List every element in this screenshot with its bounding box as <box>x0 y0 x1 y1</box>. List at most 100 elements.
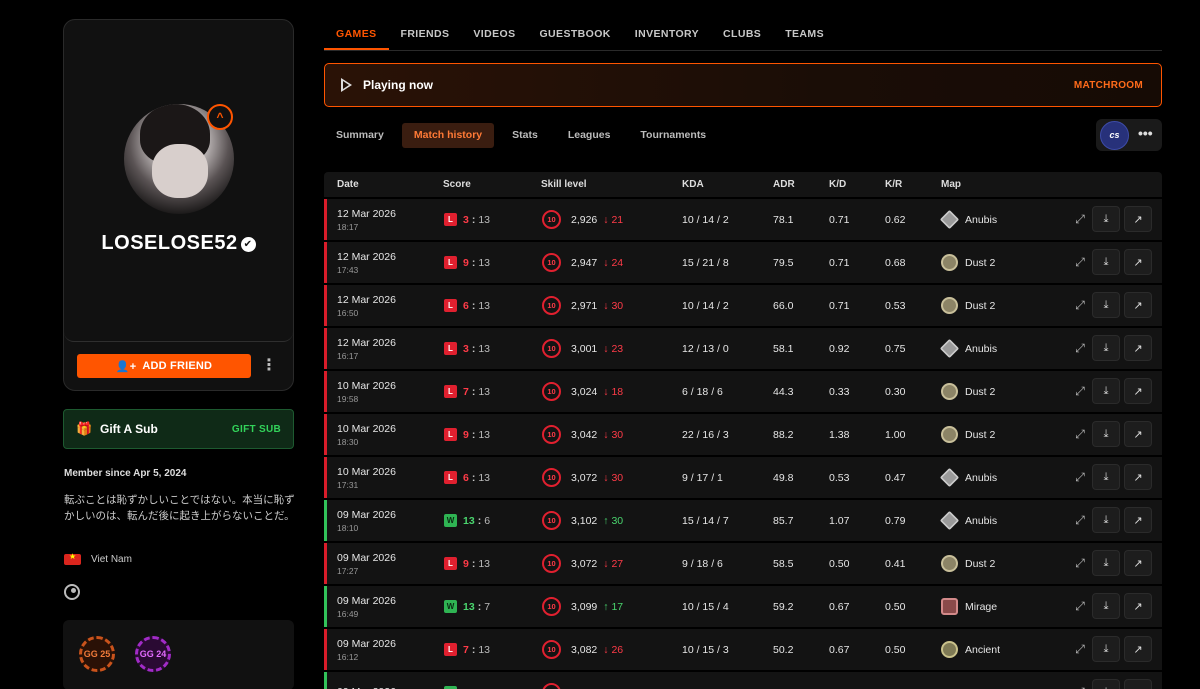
tab-clubs[interactable]: CLUBS <box>711 22 773 50</box>
date-text: 09 Mar 2026 <box>337 551 396 564</box>
tab-stats[interactable]: Stats <box>500 123 550 148</box>
expand-icon[interactable]: ⤢ <box>1073 543 1087 584</box>
table-row[interactable]: 09 Mar 2026 17:27 L 9:13 10 3,072 ↓ 27 9 / 18 /… <box>324 543 1162 584</box>
download-icon[interactable]: ⤓ <box>1092 378 1120 404</box>
external-link-icon[interactable]: ↗ <box>1124 464 1152 490</box>
elo-change: ↓ 23 <box>603 342 624 355</box>
download-icon[interactable]: ⤓ <box>1092 292 1120 318</box>
table-body: 12 Mar 2026 18:17 L 3:13 10 2,926 ↓ 21 10 / 14 … <box>324 199 1162 689</box>
expand-icon[interactable]: ⤢ <box>1073 672 1087 689</box>
table-row[interactable]: 09 Mar 2026 16:12 L 7:13 10 3,082 ↓ 26 10 / 15 … <box>324 629 1162 670</box>
playing-now-banner[interactable]: Playing now MATCHROOM <box>324 63 1162 107</box>
table-row[interactable]: 09 Mar 2026 18:10 W 13:6 10 3,102 ↑ 30 15 / 14 … <box>324 500 1162 541</box>
expand-icon[interactable]: ⤢ <box>1073 629 1087 670</box>
gift-sub-card[interactable]: 🎁 Gift A Sub GIFT SUB <box>63 409 294 449</box>
score-cell: L 9:13 <box>444 242 490 283</box>
download-icon[interactable]: ⤓ <box>1092 507 1120 533</box>
table-row[interactable]: 10 Mar 2026 17:31 L 6:13 10 3,072 ↓ 30 9 / 17 /… <box>324 457 1162 498</box>
expand-icon[interactable]: ⤢ <box>1073 586 1087 627</box>
result-badge: L <box>444 342 457 355</box>
score-cell: L 3:13 <box>444 199 490 240</box>
table-row[interactable]: 09 Mar 2026 16:49 W 13:7 10 3,099 ↑ 17 10 / 15 … <box>324 586 1162 627</box>
table-row[interactable]: 12 Mar 2026 17:43 L 9:13 10 2,947 ↓ 24 15 / 21 … <box>324 242 1162 283</box>
more-options-icon[interactable]: ⋮ <box>261 357 277 375</box>
expand-icon[interactable]: ⤢ <box>1073 457 1087 498</box>
header-kd: K/D <box>829 179 847 190</box>
download-icon[interactable]: ⤓ <box>1092 249 1120 275</box>
tab-match-history[interactable]: Match history <box>401 123 495 148</box>
match-date: 09 Mar 2026 18:10 <box>337 500 396 541</box>
add-friend-button[interactable]: 👤+ ADD FRIEND <box>77 354 251 378</box>
download-icon[interactable]: ⤓ <box>1092 593 1120 619</box>
table-row[interactable]: 12 Mar 2026 16:17 L 3:13 10 3,001 ↓ 23 12 / 13 … <box>324 328 1162 369</box>
tab-teams[interactable]: TEAMS <box>773 22 836 50</box>
table-row[interactable]: 10 Mar 2026 18:30 L 9:13 10 3,042 ↓ 30 22 / 16 … <box>324 414 1162 455</box>
expand-icon[interactable]: ⤢ <box>1073 371 1087 412</box>
external-link-icon[interactable]: ↗ <box>1124 421 1152 447</box>
tab-inventory[interactable]: INVENTORY <box>623 22 711 50</box>
map-cell: Anubis <box>939 457 997 498</box>
cs2-logo-icon[interactable]: cs <box>1100 121 1129 150</box>
external-link-icon[interactable]: ↗ <box>1124 206 1152 232</box>
tab-videos[interactable]: VIDEOS <box>461 22 527 50</box>
more-options-icon[interactable]: ••• <box>1138 125 1153 141</box>
download-icon[interactable]: ⤓ <box>1092 636 1120 662</box>
expand-icon[interactable]: ⤢ <box>1073 328 1087 369</box>
download-icon[interactable]: ⤓ <box>1092 206 1120 232</box>
external-link-icon[interactable]: ↗ <box>1124 593 1152 619</box>
download-icon[interactable]: ⤓ <box>1092 335 1120 361</box>
table-row[interactable]: 09 Mar 2026 W: ⤢ ⤓ ↗ <box>324 672 1162 689</box>
skill-cell: 10 3,001 ↓ 23 <box>542 328 623 369</box>
download-icon[interactable]: ⤓ <box>1092 421 1120 447</box>
expand-icon[interactable]: ⤢ <box>1073 500 1087 541</box>
external-link-icon[interactable]: ↗ <box>1124 249 1152 275</box>
download-icon[interactable]: ⤓ <box>1092 464 1120 490</box>
bio: 転ぶことは恥ずかしいことではない。本当に恥ずかしいのは、転んだ後に起き上がらない… <box>64 494 295 522</box>
table-row[interactable]: 12 Mar 2026 16:50 L 6:13 10 2,971 ↓ 30 10 / 14 … <box>324 285 1162 326</box>
external-link-icon[interactable]: ↗ <box>1124 550 1152 576</box>
matchroom-link[interactable]: MATCHROOM <box>1074 80 1143 91</box>
tab-summary[interactable]: Summary <box>324 123 396 148</box>
kd-value: 0.92 <box>829 342 850 355</box>
expand-icon[interactable]: ⤢ <box>1073 285 1087 326</box>
elo-change: ↓ 30 <box>603 299 624 312</box>
kr-value: 0.50 <box>885 643 906 656</box>
external-link-icon[interactable]: ↗ <box>1124 636 1152 662</box>
external-link-icon[interactable]: ↗ <box>1124 378 1152 404</box>
external-link-icon[interactable]: ↗ <box>1124 292 1152 318</box>
table-row[interactable]: 12 Mar 2026 18:17 L 3:13 10 2,926 ↓ 21 10 / 14 … <box>324 199 1162 240</box>
skill-level-icon: 10 <box>542 339 561 358</box>
gift-icon: 🎁 <box>76 421 93 436</box>
game-sub-tabs: Summary Match history Stats Leagues Tour… <box>324 123 718 148</box>
game-selector[interactable]: cs ••• <box>1096 119 1162 151</box>
gift-sub-button[interactable]: GIFT SUB <box>232 424 281 435</box>
kd-value: 1.07 <box>829 514 850 527</box>
elo-change: ↑ 30 <box>603 514 624 527</box>
elo-change: ↓ 21 <box>603 213 624 226</box>
download-icon[interactable]: ⤓ <box>1092 679 1120 689</box>
kr-value: 0.75 <box>885 342 906 355</box>
table-row[interactable]: 10 Mar 2026 19:58 L 7:13 10 3,024 ↓ 18 6 / 18 /… <box>324 371 1162 412</box>
expand-icon[interactable]: ⤢ <box>1073 199 1087 240</box>
profile-header: ^ LOSELOSE52 ✔ <box>64 20 293 342</box>
external-link-icon[interactable]: ↗ <box>1124 679 1152 689</box>
tab-leagues[interactable]: Leagues <box>556 123 623 148</box>
tab-games[interactable]: GAMES <box>324 22 389 50</box>
map-cell: Anubis <box>939 500 997 541</box>
tab-friends[interactable]: FRIENDS <box>389 22 462 50</box>
match-history-table: Date Score Skill level KDA ADR K/D K/R M… <box>324 172 1162 689</box>
gg-badge-icon[interactable]: GG 25 <box>79 636 115 672</box>
external-link-icon[interactable]: ↗ <box>1124 335 1152 361</box>
tab-guestbook[interactable]: GUESTBOOK <box>527 22 622 50</box>
adr-value: 49.8 <box>773 471 794 484</box>
score-team: 9 <box>463 428 469 441</box>
steam-icon[interactable] <box>64 584 80 600</box>
tab-tournaments[interactable]: Tournaments <box>628 123 718 148</box>
expand-icon[interactable]: ⤢ <box>1073 414 1087 455</box>
score-opponent: 7 <box>484 600 491 613</box>
expand-icon[interactable]: ⤢ <box>1073 242 1087 283</box>
download-icon[interactable]: ⤓ <box>1092 550 1120 576</box>
external-link-icon[interactable]: ↗ <box>1124 507 1152 533</box>
gg-badge-icon[interactable]: GG 24 <box>135 636 171 672</box>
username-text: LOSELOSE52 <box>101 232 238 254</box>
